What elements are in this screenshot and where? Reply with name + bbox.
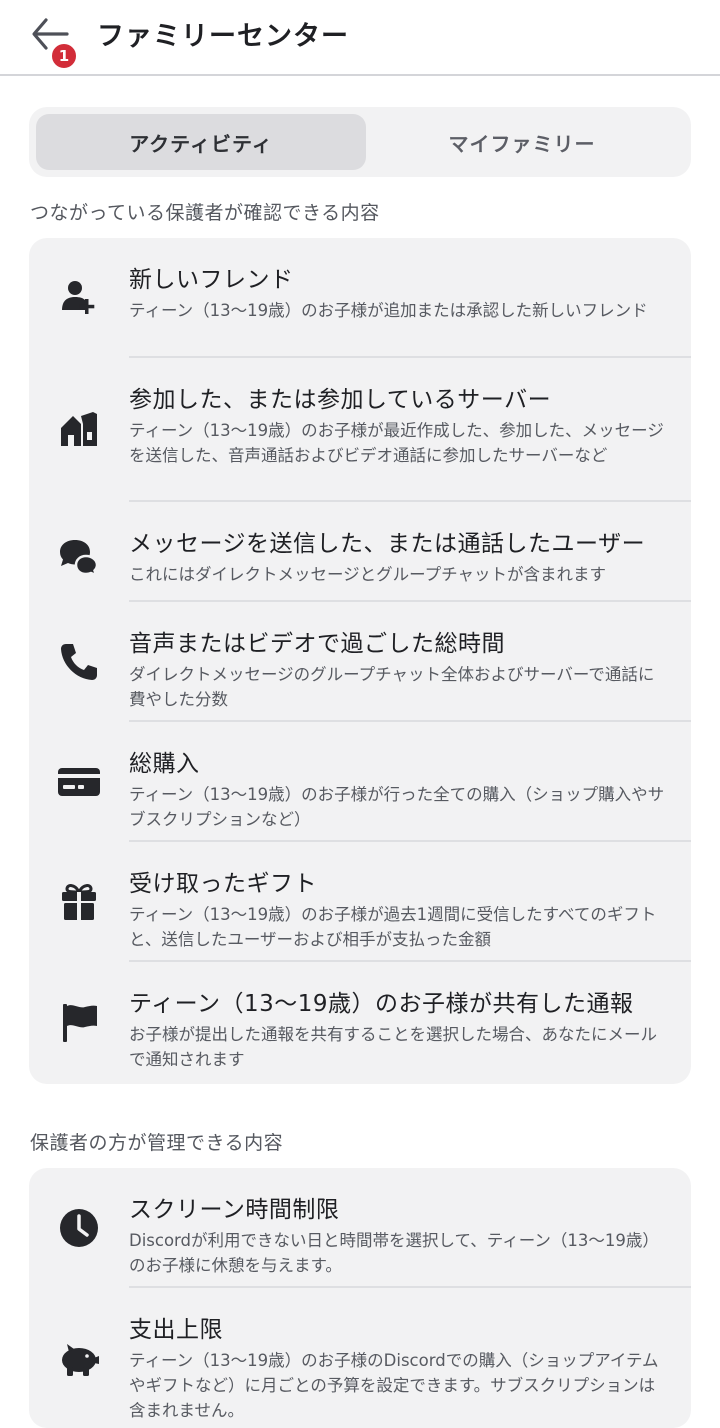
item-title: 参加した、または参加しているサーバー (129, 387, 552, 413)
divider (129, 600, 691, 602)
divider (129, 960, 691, 962)
item-title: 総購入 (129, 751, 200, 777)
visible-activity-card: 新しいフレンド ティーン（13〜19歳）のお子様が追加または承認した新しいフレン… (29, 238, 691, 1084)
credit-card-icon (57, 760, 101, 804)
user-plus-icon (57, 276, 101, 320)
list-item-servers: 参加した、または参加しているサーバー ティーン（13〜19歳）のお子様が最近作成… (29, 380, 691, 500)
item-title: 新しいフレンド (129, 267, 294, 293)
guardian-controls-card: スクリーン時間制限 Discordが利用できない日と時間帯を選択して、ティーン（… (29, 1168, 691, 1428)
list-item-call-time: 音声またはビデオで過ごした総時間 ダイレクトメッセージのグループチャット全体およ… (29, 624, 691, 720)
item-description: ダイレクトメッセージのグループチャット全体およびサーバーで通話に費やした分数 (129, 665, 655, 709)
item-description: Discordが利用できない日と時間帯を選択して、ティーン（13〜19歳）のお子… (129, 1231, 659, 1275)
item-title: ティーン（13〜19歳）のお子様が共有した通報 (129, 991, 634, 1017)
notification-badge: 1 (50, 42, 78, 70)
tab-switcher: アクティビティ マイファミリー (29, 107, 691, 177)
list-item-messaged-users: メッセージを送信した、または通話したユーザー これにはダイレクトメッセージとグル… (29, 524, 691, 600)
section-heading-guardian-controls: 保護者の方が管理できる内容 (30, 1132, 284, 1154)
item-title: 受け取ったギフト (129, 871, 317, 897)
item-description: ティーン（13〜19歳）のお子様が最近作成した、参加した、メッセージを送信した、… (129, 421, 664, 465)
list-item-new-friends: 新しいフレンド ティーン（13〜19歳）のお子様が追加または承認した新しいフレン… (29, 260, 691, 356)
list-item-spending-limit[interactable]: 支出上限 ティーン（13〜19歳）のお子様のDiscordでの購入（ショップアイ… (29, 1310, 691, 1428)
item-description: お子様が提出した通報を共有することを選択した場合、あなたにメールで通知されます (129, 1025, 657, 1069)
flag-icon (57, 1000, 101, 1044)
list-item-shared-reports: ティーン（13〜19歳）のお子様が共有した通報 お子様が提出した通報を共有するこ… (29, 984, 691, 1080)
divider (129, 356, 691, 358)
header-bar: 1 ファミリーセンター (0, 0, 720, 76)
item-description: ティーン（13〜19歳）のお子様が行った全ての購入（ショップ購入やサブスクリプシ… (129, 785, 665, 829)
item-title: 音声またはビデオで過ごした総時間 (129, 631, 505, 657)
item-title: メッセージを送信した、または通話したユーザー (129, 531, 646, 557)
page-title: ファミリーセンター (97, 21, 349, 52)
list-item-purchases: 総購入 ティーン（13〜19歳）のお子様が行った全ての購入（ショップ購入やサブス… (29, 744, 691, 840)
piggy-bank-icon (57, 1336, 101, 1380)
item-title: スクリーン時間制限 (129, 1197, 340, 1223)
chat-bubbles-icon (57, 534, 101, 578)
list-item-gifts: 受け取ったギフト ティーン（13〜19歳）のお子様が過去1週間に受信したすべての… (29, 864, 691, 960)
section-heading-visible-to-guardians: つながっている保護者が確認できる内容 (30, 202, 380, 224)
clock-icon (57, 1206, 101, 1250)
tab-activity[interactable]: アクティビティ (36, 114, 366, 170)
phone-icon (57, 640, 101, 684)
list-item-screen-time-limit[interactable]: スクリーン時間制限 Discordが利用できない日と時間帯を選択して、ティーン（… (29, 1190, 691, 1286)
item-title: 支出上限 (129, 1317, 223, 1343)
divider (129, 840, 691, 842)
item-description: ティーン（13〜19歳）のお子様が追加または承認した新しいフレンド (129, 301, 648, 320)
server-icon (57, 406, 101, 450)
divider (129, 500, 691, 502)
item-description: ティーン（13〜19歳）のお子様が過去1週間に受信したすべてのギフトと、送信した… (129, 905, 657, 949)
divider (129, 720, 691, 722)
divider (129, 1286, 691, 1288)
item-description: これにはダイレクトメッセージとグループチャットが含まれます (129, 565, 607, 584)
gift-icon (57, 880, 101, 924)
tab-my-family[interactable]: マイファミリー (357, 114, 687, 170)
